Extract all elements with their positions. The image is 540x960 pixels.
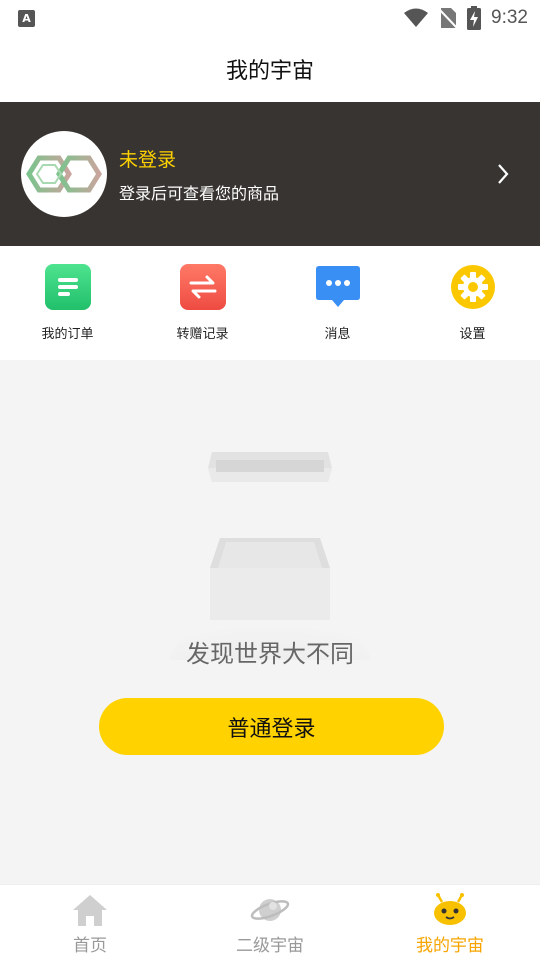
profile-card[interactable]: 未登录 登录后可查看您的商品 bbox=[0, 102, 540, 246]
tab-my-universe[interactable]: 我的宇宙 bbox=[360, 885, 540, 960]
battery-charging-icon bbox=[467, 6, 482, 30]
status-bar: A 9:32 bbox=[0, 0, 540, 36]
menu-item-messages[interactable]: 消息 bbox=[270, 246, 405, 360]
quick-menu: 我的订单 转赠记录 消息 设置 bbox=[0, 246, 540, 360]
menu-item-orders[interactable]: 我的订单 bbox=[0, 246, 135, 360]
menu-label: 转赠记录 bbox=[176, 327, 229, 342]
status-time: 9:32 bbox=[491, 7, 528, 28]
mascot-icon bbox=[434, 893, 466, 925]
menu-label: 设置 bbox=[459, 327, 486, 342]
title-bar: 我的宇宙 bbox=[0, 36, 540, 102]
tab-label: 我的宇宙 bbox=[416, 936, 484, 956]
no-sim-icon bbox=[439, 8, 458, 29]
menu-item-settings[interactable]: 设置 bbox=[405, 246, 540, 360]
normal-login-button[interactable]: 普通登录 bbox=[99, 698, 444, 755]
gear-icon bbox=[450, 264, 496, 310]
notification-icon: A bbox=[18, 9, 35, 27]
tab-label: 首页 bbox=[73, 936, 107, 956]
empty-state: 发现世界大不同 普通登录 bbox=[0, 360, 540, 884]
tab-second-universe[interactable]: 二级宇宙 bbox=[180, 885, 360, 960]
order-list-icon bbox=[44, 264, 91, 310]
menu-item-transfer[interactable]: 转赠记录 bbox=[135, 246, 270, 360]
chevron-right-icon[interactable] bbox=[496, 162, 510, 186]
login-hint: 登录后可查看您的商品 bbox=[119, 183, 280, 203]
menu-label: 我的订单 bbox=[41, 327, 94, 342]
page-title: 我的宇宙 bbox=[225, 59, 314, 84]
login-status: 未登录 bbox=[119, 148, 177, 171]
planet-icon bbox=[250, 899, 290, 921]
tab-home[interactable]: 首页 bbox=[0, 885, 180, 960]
wifi-icon bbox=[404, 8, 429, 27]
home-icon bbox=[73, 895, 107, 926]
status-icons: 9:32 bbox=[403, 6, 528, 30]
profile-text: 未登录 登录后可查看您的商品 bbox=[119, 145, 279, 204]
menu-label: 消息 bbox=[324, 327, 351, 342]
avatar[interactable] bbox=[21, 131, 107, 217]
empty-state-text: 发现世界大不同 bbox=[186, 640, 354, 668]
tab-bar: 首页 二级宇宙 我的宇宙 bbox=[0, 884, 540, 960]
transfer-icon bbox=[179, 264, 226, 310]
empty-box-icon bbox=[170, 452, 370, 660]
tab-label: 二级宇宙 bbox=[236, 936, 304, 956]
infinity-logo-icon bbox=[26, 155, 102, 193]
message-icon bbox=[315, 264, 361, 310]
